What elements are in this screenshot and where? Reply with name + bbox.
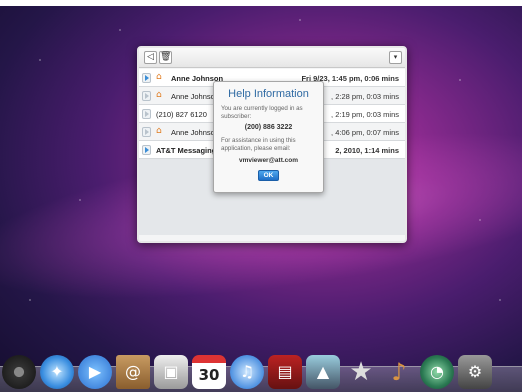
play-icon[interactable]	[142, 127, 151, 137]
ichat-icon[interactable]: ▶	[78, 355, 112, 389]
message-meta: 2, 2010, 1:14 mins	[335, 146, 399, 155]
house-icon: ⌂	[156, 126, 162, 136]
caller-name: (210) 827 6120	[156, 110, 207, 119]
trash-icon[interactable]: 🗑	[159, 51, 172, 64]
ok-button[interactable]: OK	[258, 170, 279, 181]
window-toolbar: ◁ 🗑 ▾	[139, 48, 405, 68]
safari-compass-icon[interactable]: ✦	[40, 355, 74, 389]
message-meta: , 2:28 pm, 0:03 mins	[331, 92, 399, 101]
subscriber-phone: (200) 886 3222	[244, 124, 293, 131]
caller-name: Anne Johnson	[171, 128, 219, 137]
assistance-text: For assistance in using this application…	[221, 137, 296, 152]
address-book-icon[interactable]: @	[116, 355, 150, 389]
time-machine-icon[interactable]: ◔	[420, 355, 454, 389]
support-email: vmviewer@att.com	[238, 157, 299, 164]
preview-photos-icon[interactable]: ▣	[154, 355, 188, 389]
dock: ✦ ▶ @ ▣ 30 ♫ ▤ ▲ ★ ♪ ◔ ⚙	[0, 349, 522, 389]
dropdown-chevron-icon[interactable]: ▾	[389, 51, 402, 64]
garageband-guitar-icon[interactable]: ♪	[382, 355, 416, 389]
top-edge	[0, 0, 522, 6]
message-meta: , 2:19 pm, 0:03 mins	[331, 110, 399, 119]
caller-name: AT&T Messaging	[156, 146, 217, 155]
imovie-star-icon[interactable]: ★	[344, 355, 378, 389]
house-icon: ⌂	[156, 90, 162, 100]
dialog-title: Help Information	[228, 88, 309, 100]
house-icon: ⌂	[156, 72, 162, 82]
play-icon[interactable]	[142, 91, 151, 101]
calendar-icon[interactable]: 30	[192, 355, 226, 389]
speaker-icon[interactable]: ◁	[144, 51, 157, 64]
play-icon[interactable]	[142, 73, 151, 83]
message-meta: , 4:06 pm, 0:07 mins	[331, 128, 399, 137]
play-icon[interactable]	[142, 145, 151, 155]
logged-in-text: You are currently logged in as subscribe…	[221, 105, 303, 120]
itunes-icon[interactable]: ♫	[230, 355, 264, 389]
caller-name: Anne Johnson	[171, 92, 219, 101]
dvd-player-icon[interactable]	[2, 355, 36, 389]
photo-booth-icon[interactable]: ▤	[268, 355, 302, 389]
iphoto-icon[interactable]: ▲	[306, 355, 340, 389]
help-information-dialog: Help Information You are currently logge…	[213, 81, 324, 193]
system-preferences-icon[interactable]: ⚙	[458, 355, 492, 389]
play-icon[interactable]	[142, 109, 151, 119]
